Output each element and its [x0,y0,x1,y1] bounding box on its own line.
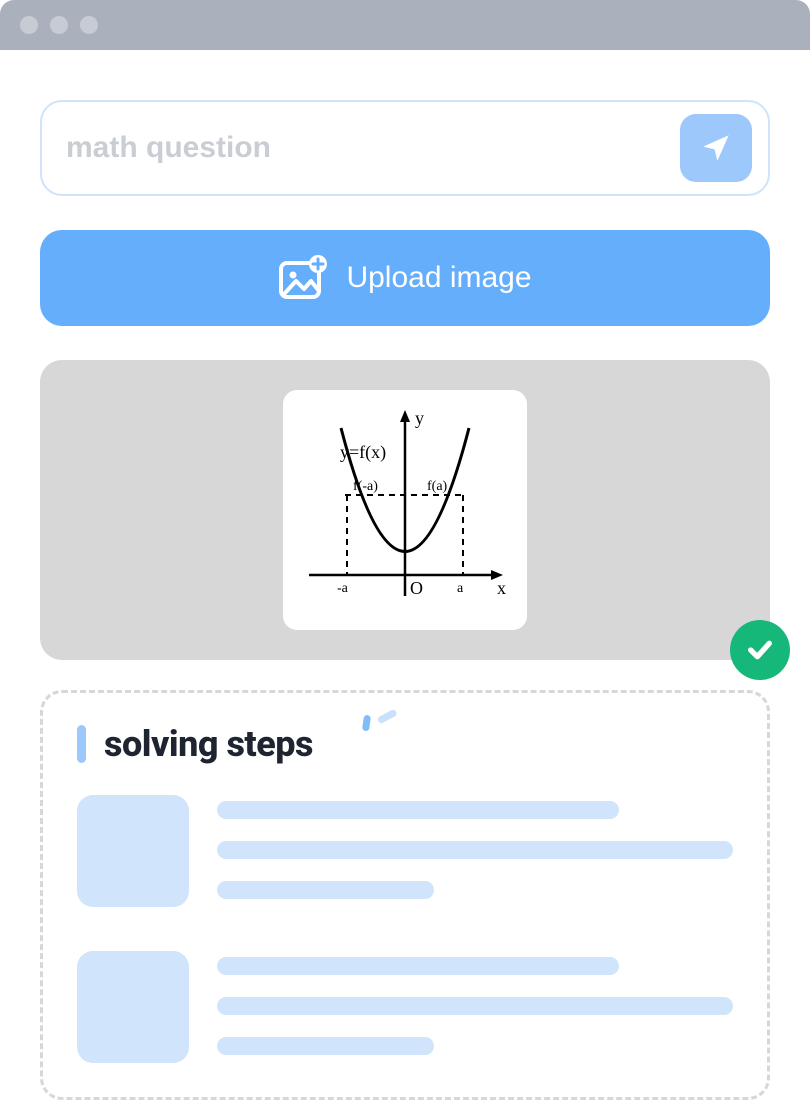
upload-image-button[interactable]: Upload image [40,230,770,326]
sparkle-icon [359,705,399,735]
submit-button[interactable] [680,114,752,182]
left-value-label: f(-a) [353,479,378,494]
placeholder-line [217,1037,434,1055]
accent-bar [77,725,86,763]
send-icon [699,131,733,165]
placeholder-line [217,997,733,1015]
placeholder-line [217,957,619,975]
left-tick-label: -a [337,581,349,596]
placeholder-line [217,841,733,859]
image-preview-panel: y x O y=f(x) f(-a) f(a) -a a [40,360,770,660]
step-text-placeholder [217,951,733,1077]
image-add-icon [278,255,328,301]
placeholder-line [217,801,619,819]
check-icon [744,634,776,666]
math-graph: y x O y=f(x) f(-a) f(a) -a a [293,400,517,620]
function-label: y=f(x) [340,442,386,463]
right-tick-label: a [457,581,464,596]
step-item [77,795,733,921]
right-value-label: f(a) [427,479,448,494]
step-thumbnail-placeholder [77,951,189,1063]
browser-chrome [0,0,810,50]
x-axis-label: x [497,578,506,598]
search-bar [40,100,770,196]
uploaded-image-card: y x O y=f(x) f(-a) f(a) -a a [283,390,527,630]
question-input[interactable] [66,131,668,165]
upload-label: Upload image [346,261,531,295]
steps-title: solving steps [104,723,313,765]
window-control-dot [20,16,38,34]
window-control-dot [50,16,68,34]
step-thumbnail-placeholder [77,795,189,907]
step-text-placeholder [217,795,733,921]
window-control-dot [80,16,98,34]
steps-header: solving steps [77,723,733,765]
solving-steps-panel: solving steps [40,690,770,1100]
success-badge [730,620,790,680]
origin-label: O [410,578,423,598]
placeholder-line [217,881,434,899]
step-item [77,951,733,1077]
y-axis-label: y [415,408,424,428]
